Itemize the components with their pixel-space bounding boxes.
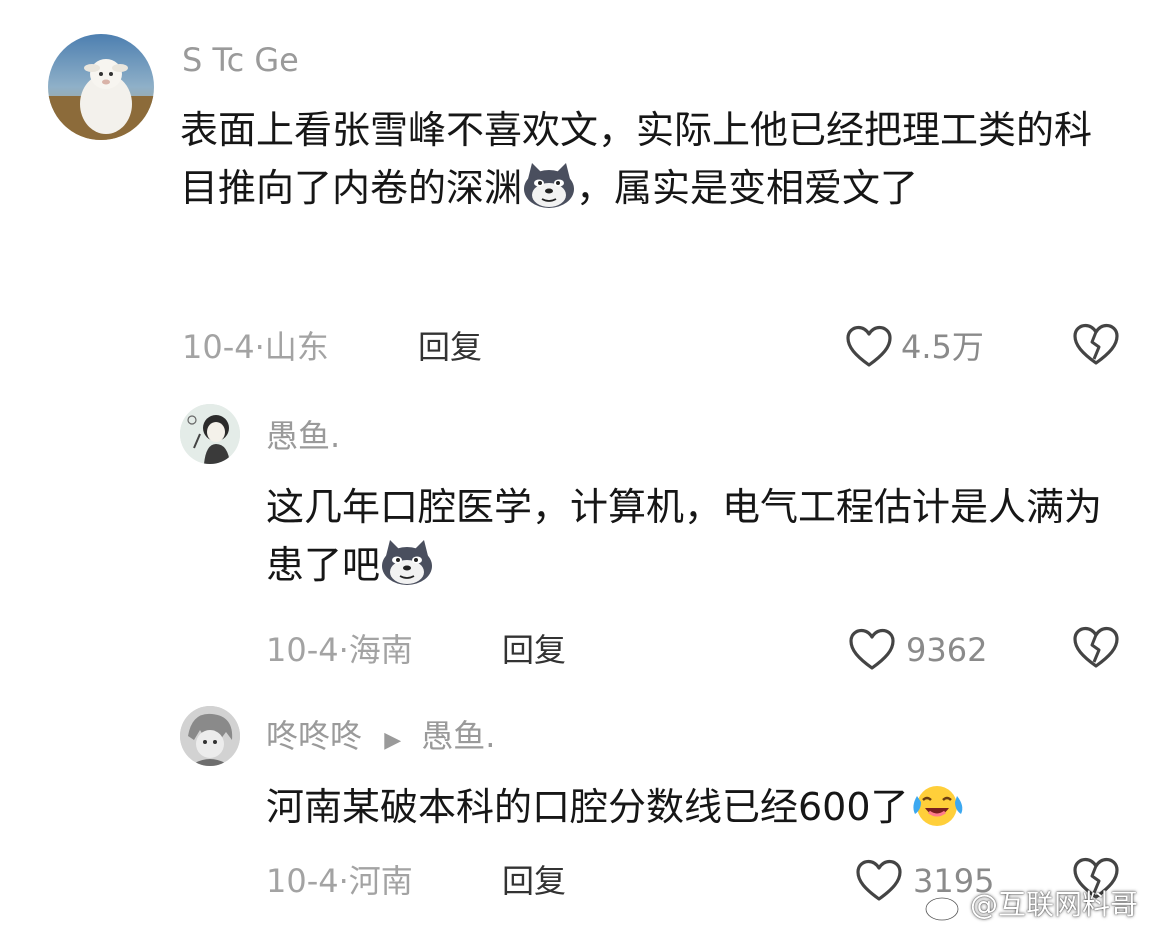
comment-text-part2: ，属实是变相爱文了 bbox=[576, 166, 919, 210]
laughing-crying-emoji bbox=[909, 782, 967, 828]
dislike-button[interactable] bbox=[1072, 323, 1120, 369]
weibo-logo-icon bbox=[924, 890, 968, 926]
comment-location: 海南 bbox=[348, 631, 413, 669]
comment-meta: 10-4·山东 bbox=[182, 327, 329, 367]
reply-button[interactable]: 回复 bbox=[502, 861, 566, 901]
reply-button[interactable]: 回复 bbox=[502, 630, 566, 670]
like-count: 9362 bbox=[906, 631, 988, 669]
reply-target[interactable]: 愚鱼. bbox=[421, 717, 495, 755]
heart-icon bbox=[845, 325, 893, 373]
comment-text: 这几年口腔医学，计算机，电气工程估计是人满为患了吧 bbox=[266, 478, 1116, 594]
comment-meta: 10-4·河南 bbox=[266, 861, 413, 901]
heart-icon bbox=[848, 628, 896, 676]
meta-separator: · bbox=[338, 631, 349, 669]
comment-text: 表面上看张雪峰不喜欢文，实际上他已经把理工类的科目推向了内卷的深渊 ，属实是变相… bbox=[180, 101, 1115, 217]
username[interactable]: S Tc Ge bbox=[182, 40, 299, 80]
meta-separator: · bbox=[254, 328, 265, 366]
comment-date: 10-4 bbox=[266, 631, 339, 669]
comment-text: 河南某破本科的口腔分数线已经600了 bbox=[266, 778, 1116, 836]
watermark-text: @互联网料哥 bbox=[970, 888, 1139, 921]
avatar[interactable] bbox=[180, 706, 240, 766]
comment-meta: 10-4·海南 bbox=[266, 630, 413, 670]
dislike-button[interactable] bbox=[1072, 626, 1120, 672]
reply-arrow-icon: ▶ bbox=[384, 728, 402, 753]
comment-text-part1: 河南某破本科的口腔分数线已经600了 bbox=[266, 785, 909, 829]
comment-location: 山东 bbox=[264, 328, 329, 366]
husky-dog-emoji bbox=[522, 163, 576, 209]
broken-heart-icon bbox=[1072, 323, 1120, 371]
like-button[interactable]: 9362 bbox=[848, 626, 1008, 676]
meta-separator: · bbox=[338, 862, 349, 900]
like-count: 4.5万 bbox=[901, 328, 984, 366]
username: 咚咚咚 ▶ 愚鱼. bbox=[266, 716, 495, 761]
heart-icon bbox=[855, 859, 903, 907]
avatar[interactable] bbox=[180, 404, 240, 464]
comment-date: 10-4 bbox=[266, 862, 339, 900]
comment-location: 河南 bbox=[348, 862, 413, 900]
reply-author[interactable]: 咚咚咚 bbox=[266, 717, 362, 755]
like-button[interactable]: 4.5万 bbox=[845, 323, 1005, 373]
broken-heart-icon bbox=[1072, 626, 1120, 674]
username[interactable]: 愚鱼. bbox=[266, 416, 340, 456]
comment-date: 10-4 bbox=[182, 328, 255, 366]
reply-button[interactable]: 回复 bbox=[418, 327, 482, 367]
avatar[interactable] bbox=[48, 34, 154, 140]
husky-dog-emoji bbox=[380, 540, 434, 586]
